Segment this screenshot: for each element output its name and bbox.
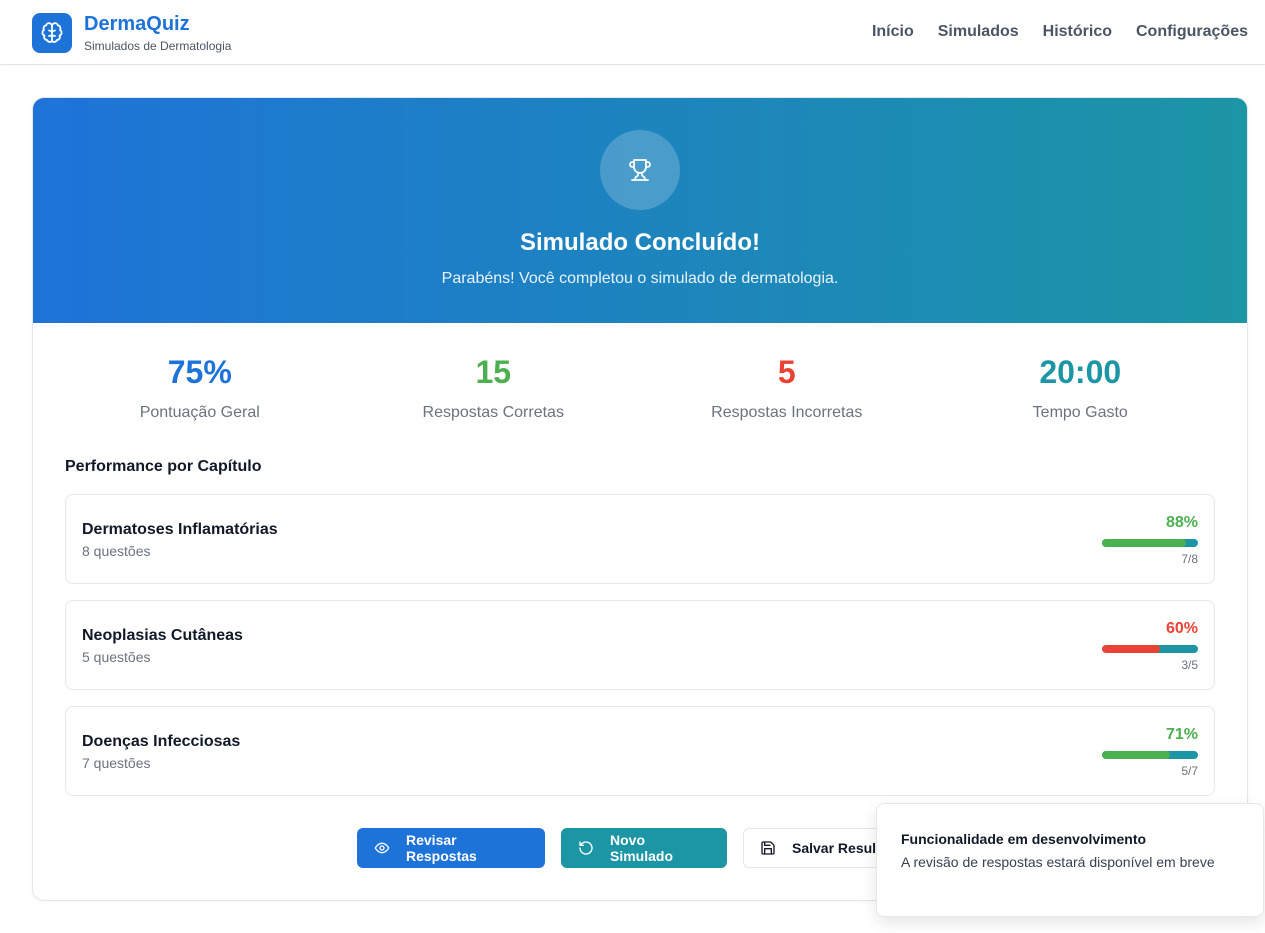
stat-value: 15: [475, 354, 512, 390]
stat-value: 20:00: [1039, 354, 1122, 390]
review-answers-button[interactable]: Revisar Respostas: [357, 828, 545, 868]
main-nav: Início Simulados Histórico Configurações: [872, 21, 1248, 43]
stat-label: Respostas Incorretas: [711, 404, 863, 421]
chapter-progress-bar: [1102, 539, 1198, 547]
nav-link-configuracoes[interactable]: Configurações: [1136, 21, 1248, 43]
stats-row: 75% Pontuação Geral 15 Respostas Correta…: [53, 353, 1227, 423]
stat-label: Pontuação Geral: [139, 404, 260, 421]
chapter-percent: 71%: [1165, 726, 1198, 743]
chapter-fraction: 3/5: [1181, 658, 1198, 672]
chapter-progress-fill: [1102, 751, 1171, 759]
brain-icon: [32, 13, 72, 53]
eye-icon: [374, 840, 390, 856]
stat-label: Respostas Corretas: [422, 404, 564, 421]
save-icon: [760, 840, 776, 856]
chapter-progress-bar: [1102, 751, 1198, 759]
stat-label: Tempo Gasto: [1032, 404, 1128, 421]
action-buttons: Revisar Respostas Novo Simulado Salvar R…: [357, 828, 923, 868]
chapter-fraction: 5/7: [1181, 764, 1198, 778]
chapter-question-count: 7 questões: [82, 755, 151, 771]
stat-time: 20:00 Tempo Gasto: [934, 353, 1228, 423]
refresh-icon: [578, 840, 594, 856]
chapter-progress-bar: [1102, 645, 1198, 653]
chapter-item: Doenças Infecciosas 7 questões 71% 5/7: [65, 706, 1215, 796]
chapter-name: Neoplasias Cutâneas: [82, 627, 243, 644]
toast-title: Funcionalidade em desenvolvimento: [901, 831, 1147, 847]
chapter-item: Dermatoses Inflamatórias 8 questões 88% …: [65, 494, 1215, 584]
completion-subtitle: Parabéns! Você completou o simulado de d…: [441, 270, 839, 287]
results-hero: Simulado Concluído! Parabéns! Você compl…: [33, 98, 1247, 323]
results-card: Simulado Concluído! Parabéns! Você compl…: [32, 97, 1248, 901]
new-quiz-button[interactable]: Novo Simulado: [561, 828, 727, 868]
chapter-question-count: 5 questões: [82, 649, 151, 665]
brand[interactable]: DermaQuiz Simulados de Dermatologia: [32, 12, 231, 54]
chapter-name: Dermatoses Inflamatórias: [82, 521, 278, 538]
nav-link-historico[interactable]: Histórico: [1043, 21, 1112, 43]
stat-value: 5: [777, 354, 796, 390]
performance-title: Performance por Capítulo: [65, 458, 262, 475]
stat-incorrect: 5 Respostas Incorretas: [640, 353, 934, 423]
stat-score: 75% Pontuação Geral: [53, 353, 347, 423]
nav-link-inicio[interactable]: Início: [872, 21, 914, 43]
stat-correct: 15 Respostas Corretas: [347, 353, 641, 423]
brand-subtitle: Simulados de Dermatologia: [84, 39, 232, 53]
chapter-percent: 88%: [1165, 514, 1198, 531]
chapter-question-count: 8 questões: [82, 543, 151, 559]
chapter-fraction: 7/8: [1181, 552, 1198, 566]
chapter-progress-fill: [1102, 645, 1160, 653]
brand-title: DermaQuiz: [84, 13, 190, 35]
stat-value: 75%: [167, 354, 232, 390]
chapter-item: Neoplasias Cutâneas 5 questões 60% 3/5: [65, 600, 1215, 690]
top-bar: DermaQuiz Simulados de Dermatologia Iníc…: [0, 0, 1265, 65]
review-answers-label: Revisar Respostas: [406, 832, 477, 864]
new-quiz-label: Novo Simulado: [610, 832, 674, 864]
chapter-name: Doenças Infecciosas: [82, 733, 241, 750]
completion-title: Simulado Concluído!: [520, 229, 760, 256]
chapter-list: Dermatoses Inflamatórias 8 questões 88% …: [65, 494, 1215, 812]
toast-notification[interactable]: Funcionalidade em desenvolvimento A revi…: [876, 803, 1264, 917]
nav-link-simulados[interactable]: Simulados: [938, 21, 1019, 43]
toast-message: A revisão de respostas estará disponível…: [901, 854, 1215, 870]
chapter-percent: 60%: [1165, 620, 1198, 637]
trophy-icon: [600, 130, 680, 210]
chapter-progress-fill: [1102, 539, 1187, 547]
